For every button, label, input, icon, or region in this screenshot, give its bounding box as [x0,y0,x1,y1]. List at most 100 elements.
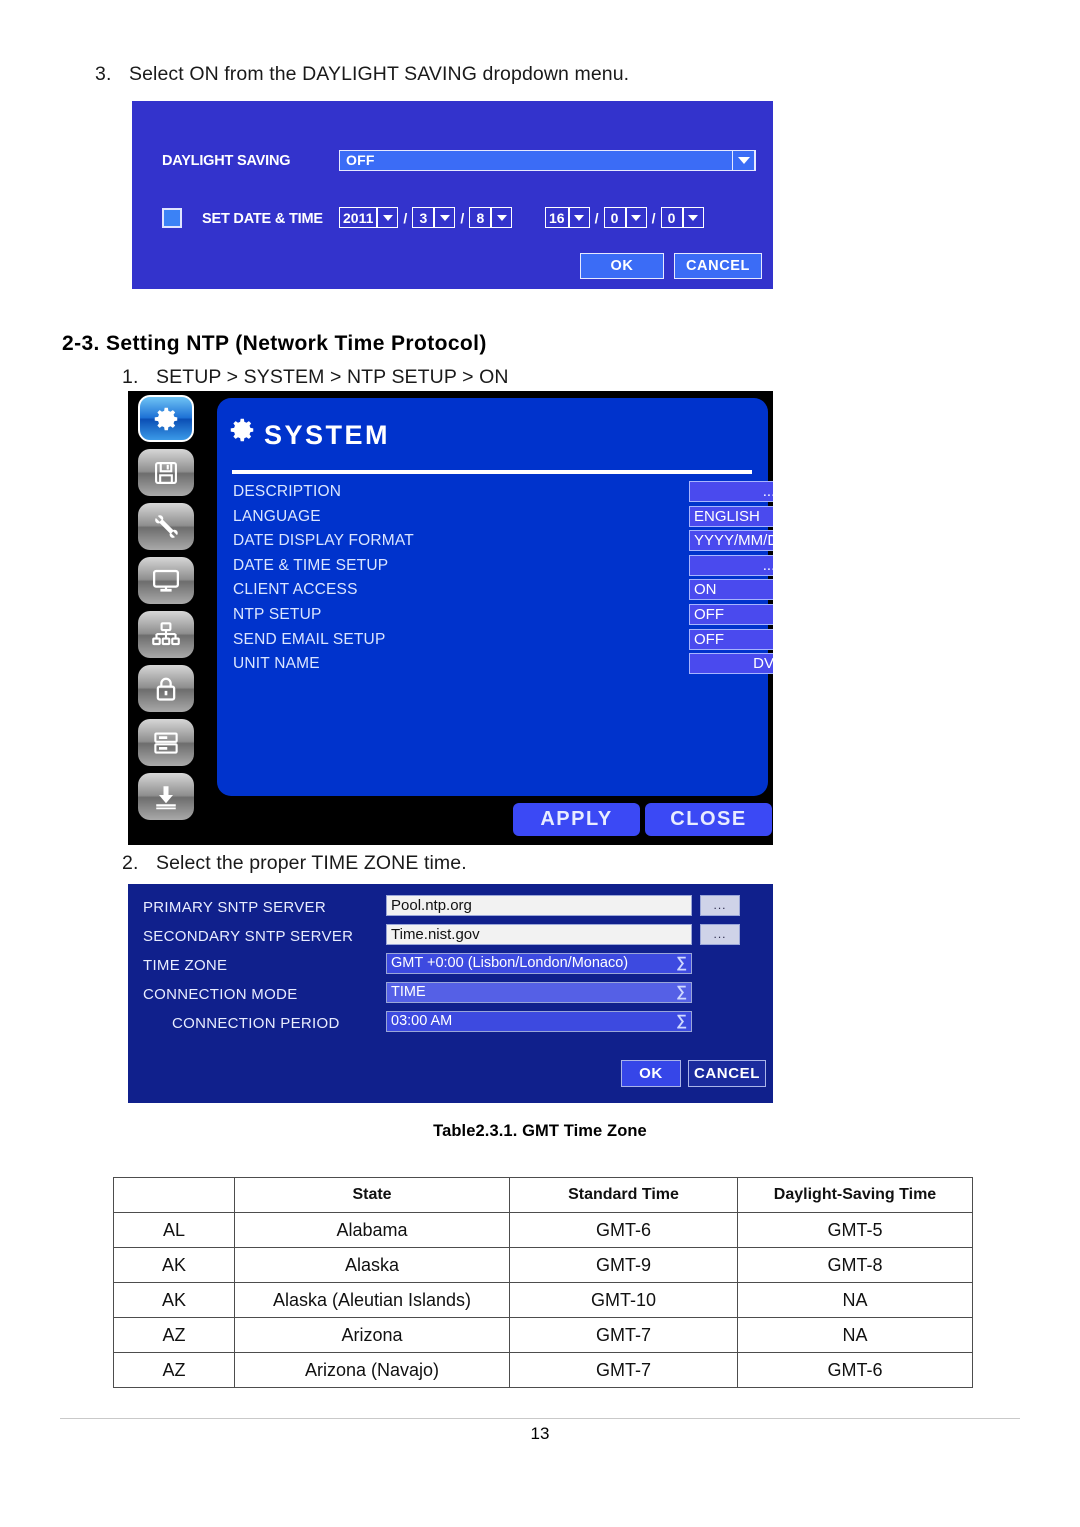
floppy-disk-icon[interactable] [138,449,194,496]
dropdown-indicator-icon: ∑ [676,954,687,971]
menu-row-unit-name[interactable]: UNIT NAME DVR [233,652,773,677]
table-cell-state: Alabama [234,1212,510,1248]
ntp-row-connection-period: CONNECTION PERIOD 03:00 AM ∑ [128,1011,773,1039]
menu-value[interactable]: ... [689,554,773,576]
date-spinner-group[interactable]: 2011 / 3 / 8 [339,207,513,228]
time-minute-value[interactable]: 0 [603,207,626,228]
ntp-row-secondary-server: SECONDARY SNTP SERVER Time.nist.gov ... [128,924,773,952]
ntp-label: SECONDARY SNTP SERVER [143,928,354,945]
network-icon[interactable] [138,611,194,658]
step-1-number: 1. [122,366,139,388]
menu-label: DESCRIPTION [233,483,342,500]
ntp-label: TIME ZONE [143,957,228,974]
menu-label: UNIT NAME [233,655,320,673]
ntp-label: CONNECTION PERIOD [172,1015,340,1032]
system-menu-screenshot: SYSTEM DESCRIPTION ... LANGUAGE ENGLISH … [128,391,773,845]
table-row: AL Alabama GMT-6 GMT-5 [113,1212,973,1248]
menu-value[interactable]: YYYY/MM/DD ∑ [689,530,773,552]
connection-mode-value: TIME [391,984,426,1000]
date-separator-1: / [403,209,408,226]
system-panel-title: SYSTEM [264,420,391,450]
set-datetime-checkbox[interactable] [162,208,182,228]
time-hour-chevron-down-icon[interactable] [568,207,590,228]
table-cell-daylight: NA [737,1317,973,1353]
menu-row-ntp-setup[interactable]: NTP SETUP OFF ∑ ... [233,603,773,628]
ok-button[interactable]: OK [621,1060,681,1087]
date-month-chevron-down-icon[interactable] [434,207,456,228]
table-cell-state: Alaska [234,1247,510,1283]
menu-row-date-display-format[interactable]: DATE DISPLAY FORMAT YYYY/MM/DD ∑ [233,529,773,554]
date-day-value[interactable]: 8 [469,207,492,228]
menu-row-date-time-setup[interactable]: DATE & TIME SETUP ... [233,554,773,579]
set-datetime-label: SET DATE & TIME [202,211,323,227]
tools-icon[interactable] [138,503,194,550]
time-hour-value[interactable]: 16 [545,207,569,228]
ntp-row-primary-server: PRIMARY SNTP SERVER Pool.ntp.org ... [128,895,773,923]
menu-value[interactable]: DVR [689,653,773,675]
step-2-instruction: 2. Select the proper TIME ZONE time. [122,852,467,875]
table-cell-abbr: AZ [113,1352,235,1388]
table-row: AK Alaska (Aleutian Islands) GMT-10 NA [113,1282,973,1318]
time-spinner-group[interactable]: 16 / 0 / 0 [545,207,704,228]
date-year-chevron-down-icon[interactable] [377,207,399,228]
menu-value-text: ON [694,581,717,599]
table-header-cell: Daylight-Saving Time [737,1177,973,1213]
connection-period-dropdown[interactable]: 03:00 AM ∑ [386,1011,692,1032]
page-number: 13 [530,1424,550,1443]
section-heading: 2-3. Setting NTP (Network Time Protocol) [62,332,487,355]
ntp-row-time-zone: TIME ZONE GMT +0:00 (Lisbon/London/Monac… [128,953,773,981]
download-icon[interactable] [138,773,194,820]
ntp-label: PRIMARY SNTP SERVER [143,899,326,916]
menu-value[interactable]: ON ∑ [689,579,773,601]
secondary-sntp-server-input[interactable]: Time.nist.gov [386,924,692,945]
time-separator-2: / [651,209,656,226]
primary-server-browse-button[interactable]: ... [700,895,740,916]
daylight-saving-dropdown[interactable]: OFF [339,150,756,171]
ok-button[interactable]: OK [580,253,664,279]
system-icon-rail [138,395,210,827]
menu-label: NTP SETUP [233,605,322,623]
close-button[interactable]: CLOSE [645,803,772,836]
secondary-server-browse-button[interactable]: ... [700,924,740,945]
table-caption: Table2.3.1. GMT Time Zone [433,1122,647,1140]
menu-row-language[interactable]: LANGUAGE ENGLISH ∑ [233,505,773,530]
date-year-value[interactable]: 2011 [339,207,378,228]
cancel-button[interactable]: CANCEL [688,1060,766,1087]
dropdown-indicator-icon: ∑ [676,983,687,1000]
cancel-button[interactable]: CANCEL [674,253,762,279]
table-row: AZ Arizona (Navajo) GMT-7 GMT-6 [113,1352,973,1388]
time-zone-value: GMT +0:00 (Lisbon/London/Monaco) [391,955,629,971]
table-cell-daylight: GMT-8 [737,1247,973,1283]
table-cell-standard: GMT-6 [509,1212,738,1248]
time-second-value[interactable]: 0 [660,207,683,228]
menu-row-send-email-setup[interactable]: SEND EMAIL SETUP OFF ∑ ... [233,628,773,653]
step-3-text: Select ON from the DAYLIGHT SAVING dropd… [129,63,630,85]
step-1-instruction: 1. SETUP > SYSTEM > NTP SETUP > ON [122,366,509,389]
date-month-value[interactable]: 3 [412,207,435,228]
table-cell-standard: GMT-7 [509,1352,738,1388]
gear-icon[interactable] [138,395,194,442]
table-cell-daylight: GMT-5 [737,1212,973,1248]
menu-value-text: ENGLISH [694,507,760,525]
menu-row-client-access[interactable]: CLIENT ACCESS ON ∑ [233,578,773,603]
archive-icon[interactable] [138,719,194,766]
menu-value[interactable]: ENGLISH ∑ [689,505,773,527]
menu-row-description[interactable]: DESCRIPTION ... [233,480,773,505]
apply-button[interactable]: APPLY [513,803,640,836]
primary-sntp-server-input[interactable]: Pool.ntp.org [386,895,692,916]
menu-value[interactable]: OFF ∑ [689,628,773,650]
chevron-down-icon[interactable] [732,150,755,171]
time-minute-chevron-down-icon[interactable] [625,207,647,228]
table-cell-state: Arizona [234,1317,510,1353]
table-cell-abbr: AK [113,1247,235,1283]
menu-value[interactable]: ... [689,481,773,502]
connection-mode-dropdown[interactable]: TIME ∑ [386,982,692,1003]
date-day-chevron-down-icon[interactable] [491,207,513,228]
menu-value[interactable]: OFF ∑ [689,603,773,625]
time-second-chevron-down-icon[interactable] [682,207,704,228]
lock-icon[interactable] [138,665,194,712]
monitor-icon[interactable] [138,557,194,604]
daylight-saving-label: DAYLIGHT SAVING [162,153,291,169]
menu-value-text: YYYY/MM/DD [694,532,773,550]
time-zone-dropdown[interactable]: GMT +0:00 (Lisbon/London/Monaco) ∑ [386,953,692,974]
